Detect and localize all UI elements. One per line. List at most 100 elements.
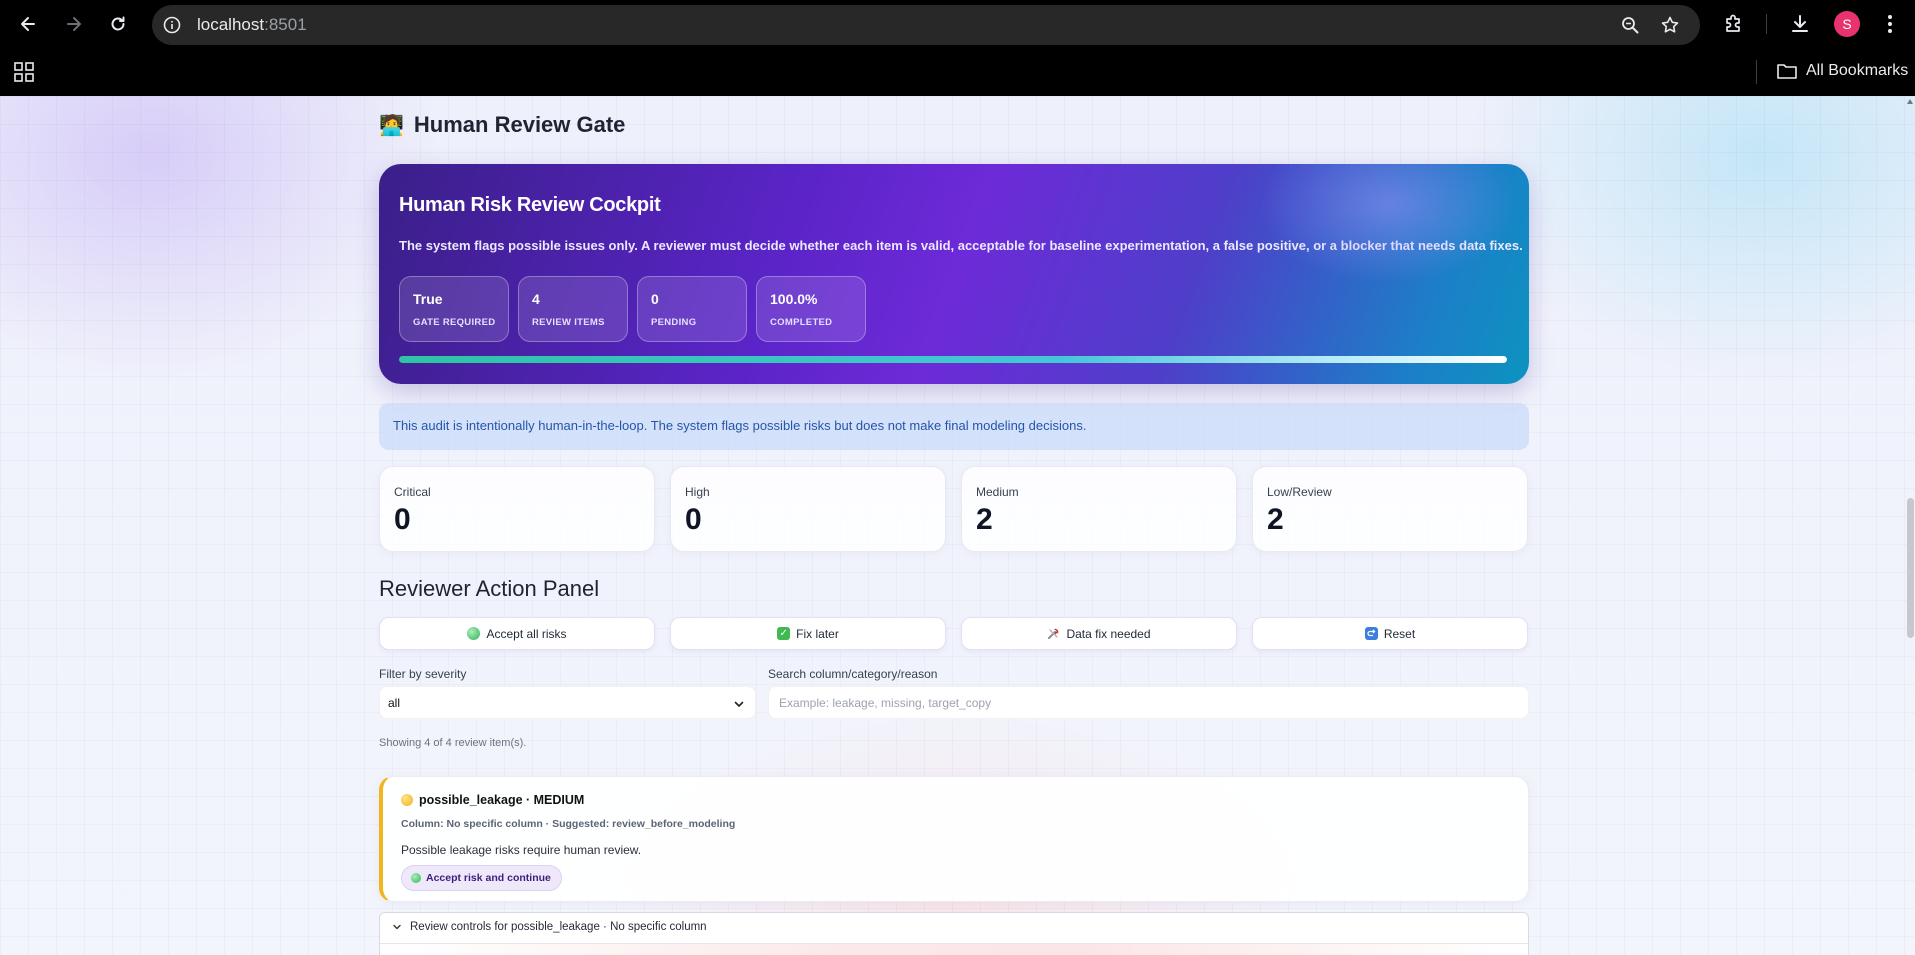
site-info-icon[interactable] [162,15,182,35]
fix-later-button[interactable]: ✓ Fix later [670,617,946,650]
severity-card-low-review: Low/Review 2 [1252,466,1528,552]
review-controls-expander[interactable]: Review controls for possible_leakage · N… [379,912,1529,955]
url-text[interactable]: localhost:8501 [197,15,307,35]
button-label: Fix later [796,626,839,641]
button-label: Reset [1383,626,1416,641]
severity-label: High [685,485,710,499]
tools-icon [1047,627,1060,640]
expander-header[interactable]: Review controls for possible_leakage · N… [392,921,707,933]
button-label: Data fix needed [1066,626,1151,641]
search-input[interactable] [768,686,1529,719]
profile-avatar[interactable]: S [1834,11,1860,37]
expander-body [380,943,1528,955]
url-port: :8501 [264,15,307,34]
cockpit-stats: True GATE REQUIRED 4 REVIEW ITEMS 0 PEND… [399,276,866,342]
forward-button[interactable] [60,10,88,38]
technologist-emoji-icon: 🧑‍💻 [379,113,404,137]
reset-button[interactable]: Reset [1252,617,1528,650]
extensions-button[interactable] [1720,10,1748,38]
zoom-icon[interactable] [1620,15,1640,35]
arrow-left-icon [21,17,35,31]
severity-count: 0 [394,503,411,536]
arrow-right-icon [67,17,81,31]
severity-label: Low/Review [1267,485,1332,499]
review-item-card: possible_leakage · MEDIUM Column: No spe… [379,776,1529,902]
review-item-meta: Column: No specific column · Suggested: … [401,818,736,830]
bookmarks-divider [1756,60,1757,84]
address-bar[interactable]: localhost:8501 [152,5,1700,45]
severity-count: 2 [976,503,993,536]
cockpit-description: The system flags possible issues only. A… [399,238,1523,253]
filter-severity-label: Filter by severity [379,667,467,681]
button-label: Accept all risks [486,626,567,641]
kebab-menu-icon [1888,15,1892,33]
reviewer-action-panel-title: Reviewer Action Panel [379,576,600,601]
severity-card-medium: Medium 2 [961,466,1237,552]
downloads-button[interactable] [1786,10,1814,38]
severity-summary: Critical 0 High 0 Medium 2 Low/Review 2 [379,466,1528,552]
page-scrollbar[interactable] [1905,96,1915,955]
stat-review-items: 4 REVIEW ITEMS [518,276,628,342]
browser-menu-button[interactable] [1876,10,1904,38]
review-cockpit-banner: Human Risk Review Cockpit The system fla… [379,164,1529,384]
severity-label: Medium [976,485,1019,499]
severity-card-high: High 0 [670,466,946,552]
stat-pending: 0 PENDING [637,276,747,342]
green-circle-icon [467,627,481,640]
accept-risk-and-continue-button[interactable]: Accept risk and continue [401,865,562,891]
apps-grid-icon[interactable] [12,60,36,84]
review-progress-fill [399,356,1507,363]
stat-value: 4 [532,291,540,307]
url-host: localhost [197,15,265,34]
review-item-title-text: possible_leakage · MEDIUM [419,793,585,807]
review-item-message: Possible leakage risks require human rev… [401,843,642,857]
stat-completed: 100.0% COMPLETED [756,276,866,342]
reload-icon [111,16,125,31]
scrollbar-thumb[interactable] [1907,498,1914,638]
button-label: Accept risk and continue [426,872,551,884]
section-heading-text: Human Review Gate [413,112,626,137]
chevron-down-icon [393,924,401,930]
stat-value: True [413,291,443,307]
reset-arrow-icon [1364,627,1378,640]
toolbar-divider [1766,14,1767,34]
check-box-icon: ✓ [777,627,791,640]
reviewer-actions: Accept all risks ✓ Fix later Data fix ne… [379,617,1528,650]
green-circle-icon [411,873,421,883]
cockpit-title: Human Risk Review Cockpit [399,194,661,216]
chevron-down-icon [734,701,744,707]
browser-chrome: localhost:8501 S All Bookmarks [0,0,1915,96]
stat-label: REVIEW ITEMS [532,317,605,328]
severity-label: Critical [394,485,431,499]
search-label: Search column/category/reason [768,667,938,681]
scroll-up-arrow-icon[interactable] [1907,99,1913,104]
puzzle-icon [1726,14,1740,32]
all-bookmarks-button[interactable]: All Bookmarks [1776,62,1908,80]
stat-label: PENDING [651,317,697,328]
star-icon[interactable] [1660,15,1680,35]
stat-value: 0 [651,291,659,307]
review-item-title: possible_leakage · MEDIUM [401,793,584,807]
all-bookmarks-label: All Bookmarks [1806,62,1909,79]
stat-label: COMPLETED [770,317,833,328]
download-icon [1792,15,1808,32]
severity-count: 0 [685,503,702,536]
human-in-the-loop-notice: This audit is intentionally human-in-the… [379,403,1529,450]
back-button[interactable] [14,10,42,38]
expander-label: Review controls for possible_leakage · N… [410,921,707,933]
stat-value: 100.0% [770,291,818,307]
stat-gate-required: True GATE REQUIRED [399,276,509,342]
severity-card-critical: Critical 0 [379,466,655,552]
reload-button[interactable] [104,10,132,38]
accept-all-risks-button[interactable]: Accept all risks [379,617,655,650]
yellow-circle-icon [401,794,413,806]
folder-icon [1777,64,1797,79]
severity-count: 2 [1267,503,1284,536]
review-progress-bar [399,356,1507,363]
data-fix-needed-button[interactable]: Data fix needed [961,617,1237,650]
browser-toolbar: localhost:8501 S [0,0,1915,48]
app-page: 🧑‍💻 Human Review Gate Human Risk Review … [0,96,1915,955]
stat-label: GATE REQUIRED [413,317,496,328]
severity-filter-select[interactable]: all [379,686,756,719]
selected-value: all [388,696,401,710]
